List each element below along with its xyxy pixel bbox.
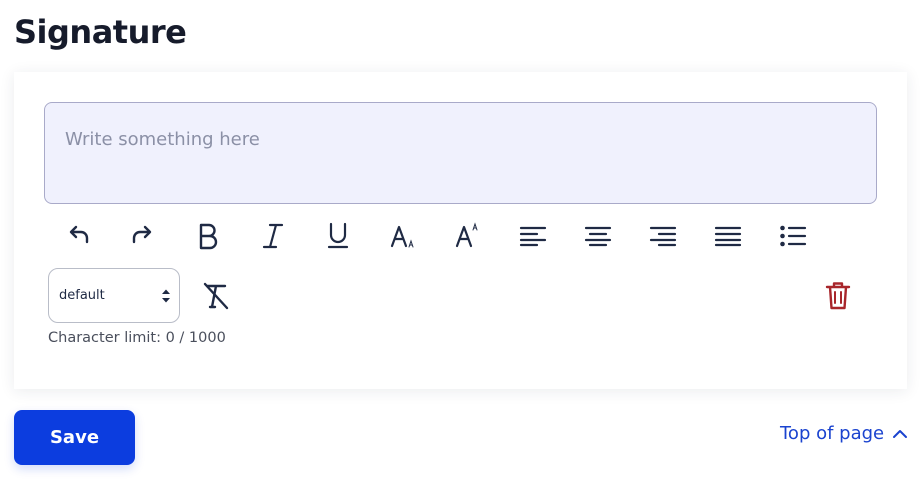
editor-placeholder: Write something here xyxy=(65,129,260,150)
font-select-value: default xyxy=(59,288,105,303)
page-title: Signature xyxy=(14,13,187,51)
character-limit-text: Character limit: 0 / 1000 xyxy=(48,330,226,346)
top-of-page-link[interactable]: Top of page xyxy=(780,423,908,444)
font-size-increase-icon[interactable] xyxy=(448,216,488,256)
save-button[interactable]: Save xyxy=(14,410,135,465)
align-center-icon[interactable] xyxy=(578,216,618,256)
signature-editor[interactable]: Write something here xyxy=(44,102,877,204)
align-right-icon[interactable] xyxy=(643,216,683,256)
italic-icon[interactable] xyxy=(253,216,293,256)
underline-icon[interactable] xyxy=(318,216,358,256)
top-of-page-label: Top of page xyxy=(780,423,885,444)
undo-icon[interactable] xyxy=(58,216,98,256)
select-arrows-icon xyxy=(162,289,170,303)
formatting-toolbar xyxy=(44,216,807,256)
font-size-decrease-icon[interactable] xyxy=(383,216,423,256)
signature-page: Signature Write something here default C… xyxy=(0,0,924,482)
align-left-icon[interactable] xyxy=(513,216,553,256)
chevron-up-icon xyxy=(893,429,908,438)
redo-icon[interactable] xyxy=(123,216,163,256)
clear-formatting-icon[interactable] xyxy=(196,278,236,314)
bold-icon[interactable] xyxy=(188,216,228,256)
trash-icon[interactable] xyxy=(818,278,858,314)
bullet-list-icon[interactable] xyxy=(773,216,813,256)
font-family-select[interactable]: default xyxy=(48,268,180,323)
align-justify-icon[interactable] xyxy=(708,216,748,256)
signature-card: Write something here default Character l… xyxy=(14,72,907,389)
